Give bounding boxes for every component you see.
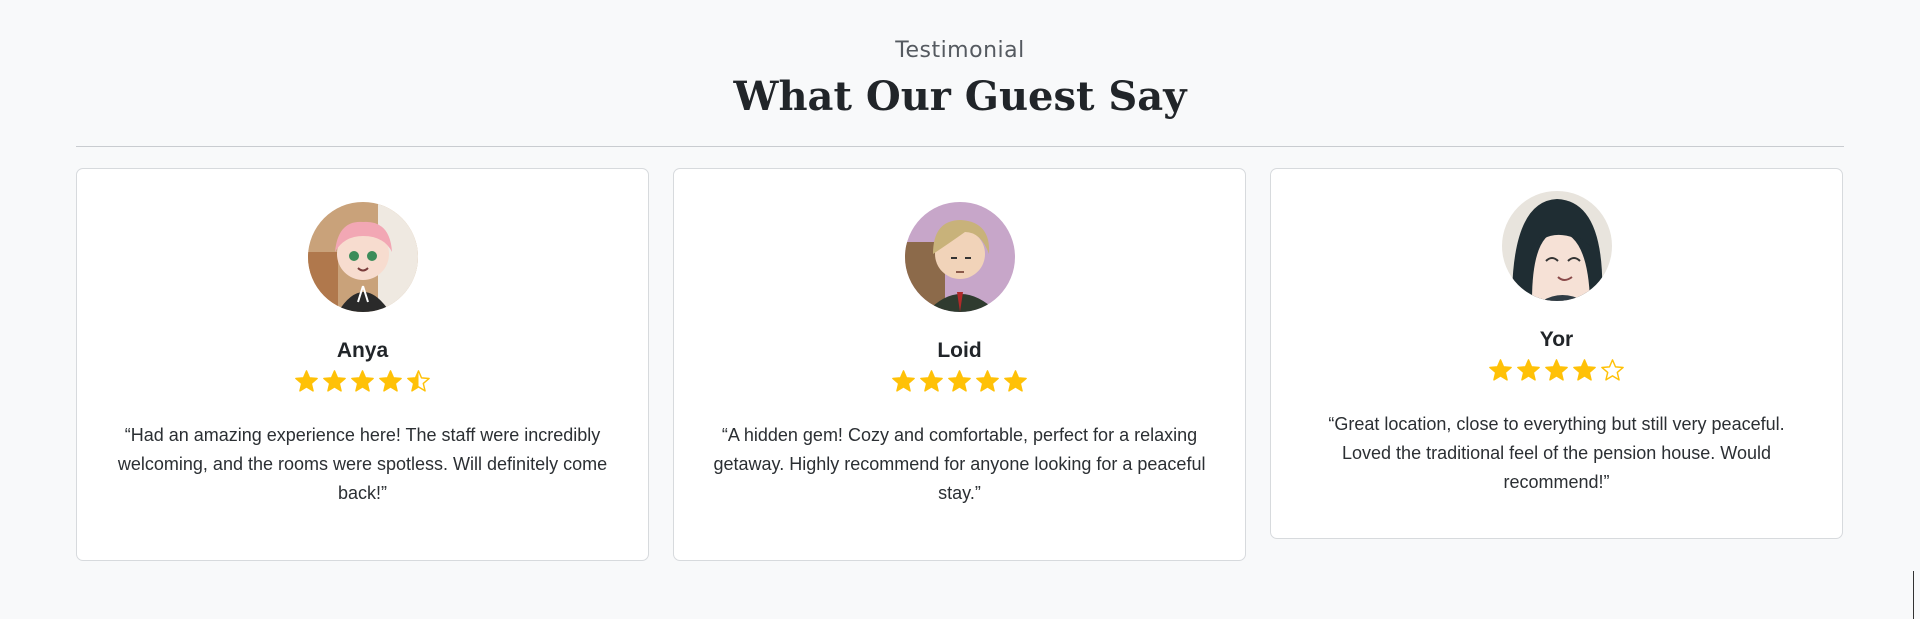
section-eyebrow: Testimonial <box>895 38 1025 63</box>
star-empty-icon <box>1601 359 1624 381</box>
avatar <box>1502 191 1612 301</box>
star-full-icon <box>1004 370 1027 392</box>
star-full-icon <box>948 370 971 392</box>
star-full-icon <box>379 370 402 392</box>
avatar <box>308 202 418 312</box>
star-full-icon <box>920 370 943 392</box>
star-rating <box>77 369 648 395</box>
star-rating <box>674 369 1245 395</box>
testimonial-quote: “A hidden gem! Cozy and comfortable, per… <box>713 425 1206 503</box>
star-half-icon <box>407 370 430 392</box>
star-full-icon <box>1489 359 1512 381</box>
testimonial-quote: “Had an amazing experience here! The sta… <box>117 425 608 503</box>
star-full-icon <box>295 370 318 392</box>
star-full-icon <box>976 370 999 392</box>
star-full-icon <box>1517 359 1540 381</box>
star-full-icon <box>892 370 915 392</box>
testimonial-card: Anya “Had an amazing experience here! Th… <box>76 168 649 561</box>
testimonial-section: Testimonial What Our Guest Say Anya “Had… <box>0 0 1920 619</box>
testimonial-card: Loid “A hidden gem! Cozy and comfortable… <box>673 168 1246 561</box>
reviewer-name: Yor <box>1539 328 1574 351</box>
star-full-icon <box>1545 359 1568 381</box>
section-divider <box>76 146 1844 147</box>
reviewer-name: Loid <box>937 339 982 362</box>
section-title: What Our Guest Say <box>733 73 1187 120</box>
star-full-icon <box>351 370 374 392</box>
star-full-icon <box>1573 359 1596 381</box>
testimonial-card: Yor “Great location, close to everything… <box>1270 168 1843 539</box>
star-full-icon <box>323 370 346 392</box>
star-rating <box>1271 358 1842 384</box>
reviewer-name: Anya <box>336 339 389 362</box>
scrollbar-handle[interactable] <box>1913 571 1914 619</box>
avatar <box>905 202 1015 312</box>
testimonial-quote: “Great location, close to everything but… <box>1328 414 1785 492</box>
